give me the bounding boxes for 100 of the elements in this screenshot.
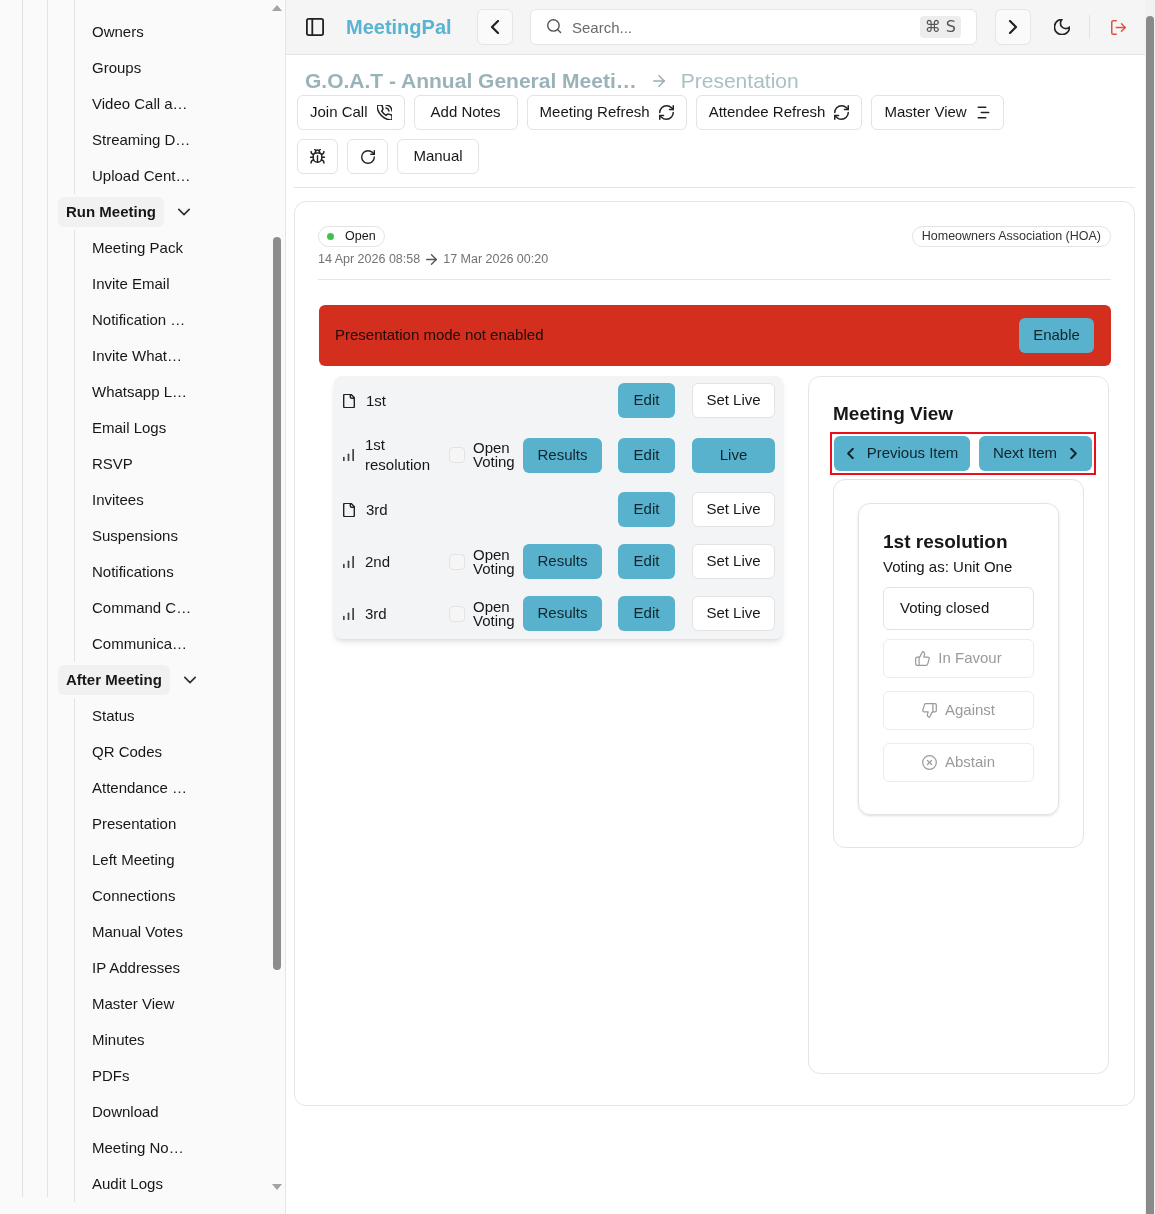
results-button[interactable]: Results — [523, 544, 602, 579]
sidebar-toggle-icon[interactable] — [306, 18, 324, 36]
app-logo-text: MeetingPal — [346, 16, 452, 38]
chevron-left-icon — [845, 448, 855, 459]
checkbox-label: Open Voting — [473, 547, 516, 576]
toolbar-button[interactable]: Join Call — [297, 95, 405, 130]
sidebar-item[interactable]: RSVP — [92, 446, 133, 482]
sidebar-item[interactable]: Meeting No… — [92, 1130, 184, 1166]
refresh-icon — [658, 105, 674, 120]
document-icon — [343, 393, 355, 408]
toolbar-button[interactable]: Manual — [397, 139, 479, 174]
refresh-icon — [834, 105, 850, 120]
next-item-button[interactable]: Next Item — [979, 436, 1092, 471]
sidebar-group-header[interactable]: After Meeting — [58, 665, 170, 695]
chevron-down-icon[interactable] — [183, 674, 196, 686]
circle-x-icon — [921, 755, 937, 770]
debug-button[interactable] — [297, 139, 338, 174]
chevron-left-icon — [488, 20, 502, 34]
sidebar-item[interactable]: Email Logs — [92, 410, 167, 446]
sidebar-item[interactable]: Presentation — [92, 806, 177, 842]
set-live-button[interactable]: Set Live — [692, 596, 775, 631]
set-live-button[interactable]: Set Live — [692, 544, 775, 579]
panel-title: Meeting View — [833, 402, 953, 426]
sidebar-item[interactable]: Meeting Pack — [92, 230, 183, 266]
sidebar-item[interactable]: Owners — [92, 14, 144, 50]
checkbox-label: Open Voting — [473, 599, 516, 628]
sidebar-item[interactable]: Streaming D… — [92, 122, 191, 158]
sidebar-item[interactable]: Command C… — [92, 590, 192, 626]
sidebar-item[interactable]: QR Codes — [92, 734, 163, 770]
toolbar-button[interactable]: Add Notes — [413, 95, 518, 130]
phone-icon — [376, 105, 392, 120]
sidebar-item[interactable]: Attendance … — [92, 770, 188, 806]
sidebar-item[interactable]: Video Call a… — [92, 86, 188, 122]
set-live-button[interactable]: Set Live — [692, 492, 775, 527]
sidebar-item[interactable]: PDFs — [92, 1058, 130, 1094]
sidebar-item[interactable]: Minutes — [92, 1022, 145, 1058]
sidebar-item[interactable]: Invite What… — [92, 338, 183, 374]
arrow-right-icon — [426, 253, 438, 265]
sidebar-item[interactable]: Manual Votes — [92, 914, 183, 950]
sidebar-item[interactable]: Master View — [92, 986, 175, 1022]
edit-button[interactable]: Edit — [618, 437, 675, 473]
sidebar-group-header[interactable]: Run Meeting — [58, 197, 164, 227]
sidebar-item[interactable]: Suspensions — [92, 518, 178, 554]
status-text: Open — [345, 228, 376, 246]
scrollbar-thumb[interactable] — [1146, 16, 1154, 1214]
enable-button[interactable]: Enable — [1019, 318, 1094, 353]
sidebar-item[interactable]: Status — [92, 698, 135, 734]
sidebar-item[interactable]: Audit Logs — [92, 1166, 163, 1202]
sidebar-item[interactable]: Connections — [92, 878, 176, 914]
item-title: 3rd — [366, 499, 389, 520]
bar-chart-icon — [343, 607, 354, 620]
search-icon — [547, 19, 562, 34]
toolbar-button[interactable]: Master View — [871, 95, 1004, 130]
set-live-button[interactable]: Set Live — [692, 383, 775, 418]
back-button[interactable] — [477, 9, 513, 45]
bar-chart-icon — [343, 555, 354, 568]
reload-button[interactable] — [347, 139, 388, 174]
edit-button[interactable]: Edit — [618, 383, 675, 418]
sidebar-item[interactable]: Upload Cent… — [92, 158, 191, 194]
item-title: 1st resolution — [365, 435, 432, 475]
forward-button[interactable] — [995, 9, 1031, 45]
edit-button[interactable]: Edit — [618, 544, 675, 579]
lines-icon — [975, 105, 991, 120]
item-title: 1st — [366, 390, 387, 411]
edit-button[interactable]: Edit — [618, 596, 675, 631]
results-button[interactable]: Results — [523, 596, 602, 631]
sidebar-item[interactable]: IP Addresses — [92, 950, 181, 986]
sidebar-item[interactable]: Whatsapp L… — [92, 374, 188, 410]
sidebar-item[interactable]: Invite Email — [92, 266, 170, 302]
shortcut-hint: ⌘ S — [919, 16, 961, 38]
breadcrumb-current: Presentation — [680, 68, 799, 95]
sidebar-item[interactable]: Download — [92, 1094, 159, 1130]
sidebar-item[interactable]: Invitees — [92, 482, 144, 518]
live-button[interactable]: Live — [692, 437, 775, 473]
voter-label: Voting as: Unit One — [883, 557, 1013, 577]
end-date: 17 Mar 2026 00:20 — [443, 250, 549, 268]
moon-icon[interactable] — [1054, 19, 1070, 35]
toolbar-button[interactable]: Meeting Refresh — [526, 95, 687, 130]
voting-status: Voting closed — [883, 587, 1034, 630]
edit-button[interactable]: Edit — [618, 492, 675, 527]
sidebar-item[interactable]: Notifications — [92, 554, 174, 590]
sidebar-item[interactable]: Groups — [92, 50, 142, 86]
resolution-title: 1st resolution — [883, 530, 1008, 554]
logout-icon[interactable] — [1111, 19, 1126, 35]
chevron-down-icon[interactable] — [178, 206, 190, 218]
previous-item-button[interactable]: Previous Item — [834, 436, 970, 471]
thumbs-up-icon — [915, 651, 931, 666]
item-title: 2nd — [365, 551, 392, 572]
sidebar-item[interactable]: Communica… — [92, 626, 188, 662]
bug-icon — [310, 149, 325, 164]
reload-icon — [360, 149, 375, 164]
scrollbar-thumb[interactable] — [273, 237, 281, 970]
results-button[interactable]: Results — [523, 437, 602, 473]
sidebar-item[interactable]: Left Meeting — [92, 842, 175, 878]
checkbox-label: Open Voting — [473, 441, 516, 469]
chevron-right-icon — [1069, 448, 1079, 459]
toolbar-button[interactable]: Attendee Refresh — [695, 95, 863, 130]
sidebar-item[interactable]: Notification … — [92, 302, 186, 338]
alert-message: Presentation mode not enabled — [335, 325, 544, 346]
document-icon — [343, 502, 355, 517]
